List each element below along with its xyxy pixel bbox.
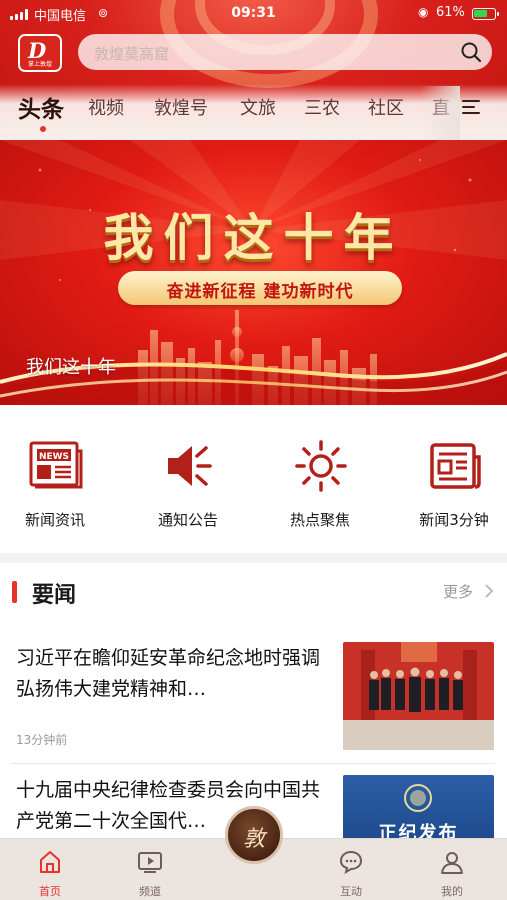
section-marker (12, 581, 17, 603)
active-tab-indicator (40, 126, 46, 132)
divider (12, 763, 495, 764)
status-bar: 中国电信 ⊚ 09:31 ◉ 61% (0, 0, 507, 28)
quick-entry-notices[interactable]: 通知公告 (133, 437, 243, 537)
nav-label: 首页 (39, 885, 61, 898)
banner-slogan-pill: 奋进新征程 建功新时代 (118, 271, 402, 305)
nav-label: 我的 (441, 885, 463, 898)
app-logo[interactable]: D 掌上敦煌 (18, 34, 62, 72)
more-link[interactable]: 更多 (443, 581, 473, 602)
newspaper-icon (430, 443, 481, 489)
center-glyph: 敦 (242, 827, 265, 852)
play-icon (138, 852, 162, 873)
battery-icon (472, 8, 499, 20)
home-icon (40, 851, 60, 873)
quick-entry-label: 通知公告 (157, 511, 218, 529)
hero-banner[interactable]: 我们这十年 奋进新征程 建功新时代 我们这十年 (0, 140, 507, 405)
banner-title: 我们这十年 (103, 209, 404, 267)
tab-agriculture[interactable]: 三农 (304, 94, 340, 120)
news-time: 13分钟前 (16, 733, 68, 747)
chevron-right-icon[interactable] (484, 583, 494, 599)
nav-label: 频道 (139, 885, 161, 898)
banner-caption: 我们这十年 (26, 357, 116, 378)
nav-home[interactable]: 首页 (15, 845, 85, 898)
tab-culture-tourism[interactable]: 文旅 (240, 94, 276, 120)
tabs-fade (420, 86, 460, 140)
logo-subtitle: 掌上敦煌 (27, 61, 52, 68)
quick-entry-news[interactable]: NEWS 新闻资讯 (0, 437, 110, 537)
quick-entry-label: 新闻3分钟 (419, 511, 489, 529)
quick-entry-grid: NEWS 新闻资讯 通知公告 热点聚焦 新闻3分钟 (0, 405, 507, 553)
user-icon (441, 852, 463, 874)
search-bar[interactable]: 敦煌莫高窟 (78, 34, 492, 70)
quick-entry-hot-topics[interactable]: 热点聚焦 (265, 437, 375, 537)
sun-icon (295, 440, 347, 492)
battery-percent: 61% (436, 5, 465, 20)
nav-interaction[interactable]: 互动 (316, 845, 386, 898)
tab-dunhuang-hao[interactable]: 敦煌号 (154, 94, 208, 120)
tab-community[interactable]: 社区 (368, 94, 404, 120)
menu-icon[interactable] (462, 98, 482, 116)
news-item[interactable]: 习近平在瞻仰延安革命纪念地时强调 弘扬伟大建党精神和… 13分钟前 (0, 639, 507, 751)
status-time: 09:31 (231, 5, 276, 21)
quick-entry-3min-news[interactable]: 新闻3分钟 (399, 437, 507, 537)
news-icon: NEWS (29, 441, 83, 489)
news-thumbnail (343, 642, 494, 750)
svg-text:NEWS: NEWS (39, 452, 69, 462)
tab-video[interactable]: 视频 (88, 94, 124, 120)
emblem-icon (404, 784, 432, 812)
rotation-lock-icon: ◉ (418, 5, 429, 19)
center-action-button[interactable]: 敦 (225, 806, 283, 864)
speaker-icon (168, 446, 212, 486)
news-title: 习近平在瞻仰延安革命纪念地时强调 弘扬伟大建党精神和… (16, 647, 321, 700)
chat-icon (339, 850, 363, 875)
nav-label: 互动 (340, 885, 362, 898)
news-thumbnail: 正纪发布 (343, 775, 494, 843)
search-icon[interactable] (460, 41, 482, 63)
channel-tabs: 头条 视频 敦煌号 文旅 三农 社区 直 (0, 86, 507, 140)
quick-entry-label: 热点聚焦 (289, 511, 350, 529)
nav-channels[interactable]: 频道 (115, 845, 185, 898)
search-input[interactable]: 敦煌莫高窟 (94, 43, 169, 64)
quick-entry-label: 新闻资讯 (24, 511, 85, 529)
nav-profile[interactable]: 我的 (417, 845, 487, 898)
headline-news-section: 要闻 更多 习近平在瞻仰延安革命纪念地时强调 弘扬伟大建党精神和… 13分钟前 (0, 563, 507, 843)
tab-headlines[interactable]: 头条 (18, 90, 64, 124)
section-title: 要闻 (32, 583, 77, 608)
banner-slogan: 奋进新征程 建功新时代 (166, 282, 354, 302)
